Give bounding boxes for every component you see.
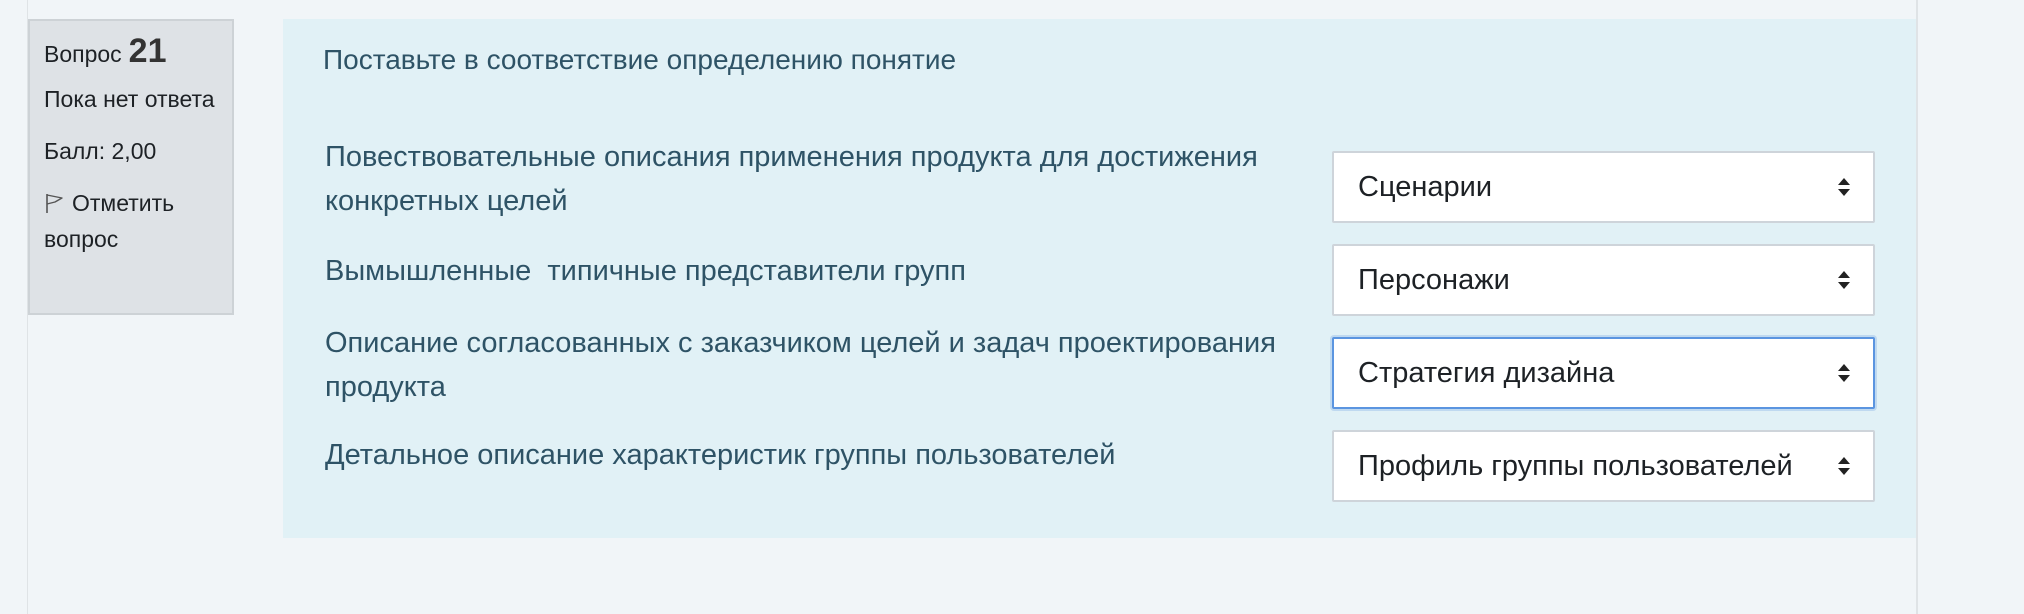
select-arrows-icon [1838, 271, 1850, 289]
flag-icon [44, 188, 66, 213]
select-arrows-icon [1838, 457, 1850, 475]
match-row-4-selected: Профиль группы пользователей [1358, 450, 1793, 482]
match-row-3-select[interactable]: Стратегия дизайна [1332, 337, 1875, 409]
match-row-3-text: Описание согласованных с заказчиком целе… [325, 327, 1284, 403]
match-row-1-text: Повествовательные описания применения пр… [325, 141, 1266, 217]
select-arrows-icon [1838, 178, 1850, 196]
question-number-value: 21 [128, 32, 167, 70]
flag-question-link[interactable]: Отметить вопрос [44, 185, 218, 257]
match-row-2-selected: Персонажи [1358, 264, 1510, 296]
question-info-panel: Вопрос 21 Пока нет ответа Балл: 2,00 Отм… [28, 19, 234, 315]
question-content: Поставьте в соответствие определению пон… [283, 19, 1916, 538]
match-row-1-select[interactable]: Сценарии [1332, 151, 1875, 223]
match-row-4-text: Детальное описание характеристик группы … [325, 439, 1116, 471]
match-row-4-select[interactable]: Профиль группы пользователей [1332, 430, 1875, 502]
match-row-3-selected: Стратегия дизайна [1358, 357, 1615, 389]
question-number: Вопрос 21 [44, 33, 218, 81]
match-row-2-text: Вымышленные типичные представители групп [325, 255, 966, 287]
match-row-1-selected: Сценарии [1358, 171, 1493, 203]
match-row-2-select[interactable]: Персонажи [1332, 244, 1875, 316]
question-prompt: Поставьте в соответствие определению пон… [323, 44, 957, 75]
select-arrows-icon [1838, 364, 1850, 382]
question-label: Вопрос [44, 41, 122, 67]
question-grade: Балл: 2,00 [44, 138, 157, 164]
right-divider [1916, 0, 1918, 614]
question-state: Пока нет ответа [44, 86, 215, 112]
